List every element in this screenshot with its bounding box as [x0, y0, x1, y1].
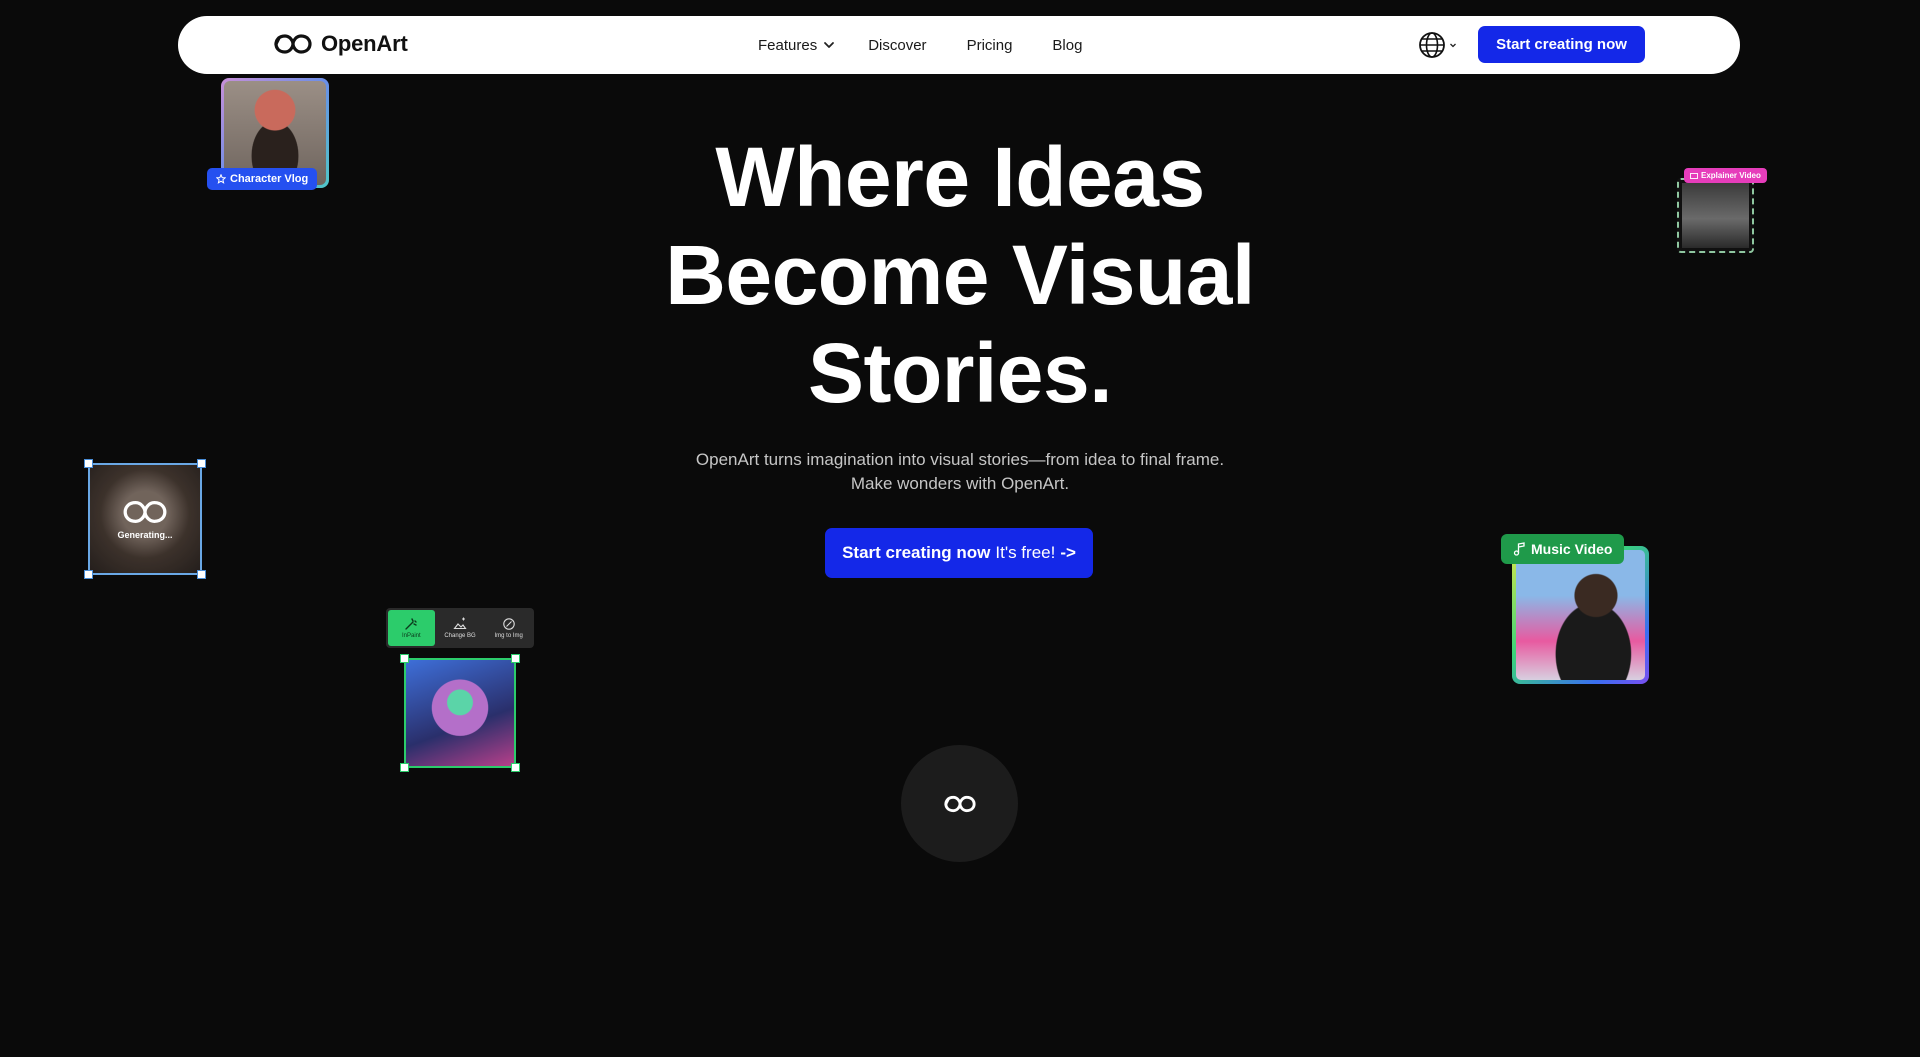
infinity-logo-icon	[943, 795, 976, 812]
hero-cta-label: Start creating now	[842, 543, 991, 562]
infinity-logo-icon	[274, 34, 312, 54]
page: OpenArt Features Discover Pricing Blog S…	[0, 0, 1920, 1057]
language-selector[interactable]	[1417, 30, 1457, 60]
infinity-logo-icon	[123, 501, 167, 523]
tool-change-bg[interactable]: Change BG	[437, 610, 484, 646]
hero-title-line: Become Visual	[665, 228, 1255, 322]
resize-handle[interactable]	[400, 654, 409, 663]
resize-handle[interactable]	[197, 570, 206, 579]
music-video-card	[1512, 546, 1649, 684]
tool-change-bg-label: Change BG	[444, 633, 476, 639]
palette-icon	[502, 618, 515, 630]
explainer-video-label: Explainer Video	[1701, 171, 1761, 180]
hero-title: Where Ideas Become Visual Stories.	[560, 128, 1360, 422]
chevron-down-icon	[824, 42, 835, 48]
music-video-image	[1516, 550, 1645, 680]
video-icon	[1690, 172, 1698, 179]
chevron-down-icon	[1450, 43, 1456, 48]
globe-icon	[1419, 32, 1445, 58]
inpaint-card	[400, 654, 520, 772]
nav-pricing[interactable]: Pricing	[967, 37, 1013, 54]
nav-discover[interactable]: Discover	[868, 37, 926, 54]
hero-subtitle-line: Make wonders with OpenArt.	[850, 474, 1070, 493]
explainer-video-badge: Explainer Video	[1684, 168, 1767, 183]
generating-status: Generating...	[117, 530, 173, 540]
hero-subtitle: OpenArt turns imagination into visual st…	[560, 448, 1360, 496]
hero-title-line: Stories.	[807, 326, 1113, 420]
tool-inpaint[interactable]: InPaint	[388, 610, 435, 646]
character-vlog-badge: Character Vlog	[207, 168, 318, 190]
music-video-label: Music Video	[1531, 541, 1613, 557]
generating-overlay: Generating...	[90, 465, 200, 573]
resize-handle[interactable]	[511, 763, 520, 772]
brand-name: OpenArt	[321, 31, 408, 56]
nav-blog[interactable]: Blog	[1052, 37, 1082, 54]
resize-handle[interactable]	[84, 459, 93, 468]
music-video-badge: Music Video	[1501, 534, 1625, 564]
hero-subtitle-line: OpenArt turns imagination into visual st…	[695, 450, 1225, 469]
image-edit-icon	[453, 617, 467, 630]
explainer-video-image	[1682, 183, 1749, 248]
resize-handle[interactable]	[511, 654, 520, 663]
resize-handle[interactable]	[197, 459, 206, 468]
nav-links: Features Discover Pricing Blog	[758, 16, 1082, 74]
magic-wand-icon	[405, 618, 418, 630]
scroll-logo-button[interactable]	[901, 745, 1018, 862]
hero-start-creating-button[interactable]: Start creating now It's free! ->	[825, 528, 1093, 578]
navbar: OpenArt Features Discover Pricing Blog S…	[178, 16, 1740, 74]
hero-title-line: Where Ideas	[715, 130, 1205, 224]
star-icon	[216, 174, 226, 184]
edit-toolbar: InPaint Change BG Img to Img	[386, 608, 534, 648]
music-note-icon	[1513, 542, 1525, 556]
nav-features[interactable]: Features	[758, 37, 835, 54]
brand-logo[interactable]: OpenArt	[273, 31, 408, 57]
cat-image	[406, 660, 514, 766]
generating-card: Generating...	[84, 459, 206, 579]
hero-cta-free: It's free!	[995, 543, 1056, 562]
character-vlog-label: Character Vlog	[230, 173, 309, 185]
arrow-right-icon: ->	[1060, 543, 1076, 562]
explainer-video-card	[1677, 178, 1754, 253]
tool-img-to-img-label: Img to Img	[494, 633, 523, 639]
nav-start-creating-button[interactable]: Start creating now	[1478, 26, 1645, 63]
resize-handle[interactable]	[400, 763, 409, 772]
tool-inpaint-label: InPaint	[401, 633, 421, 639]
tool-img-to-img[interactable]: Img to Img	[485, 610, 532, 646]
nav-features-label: Features	[758, 36, 818, 54]
resize-handle[interactable]	[84, 570, 93, 579]
